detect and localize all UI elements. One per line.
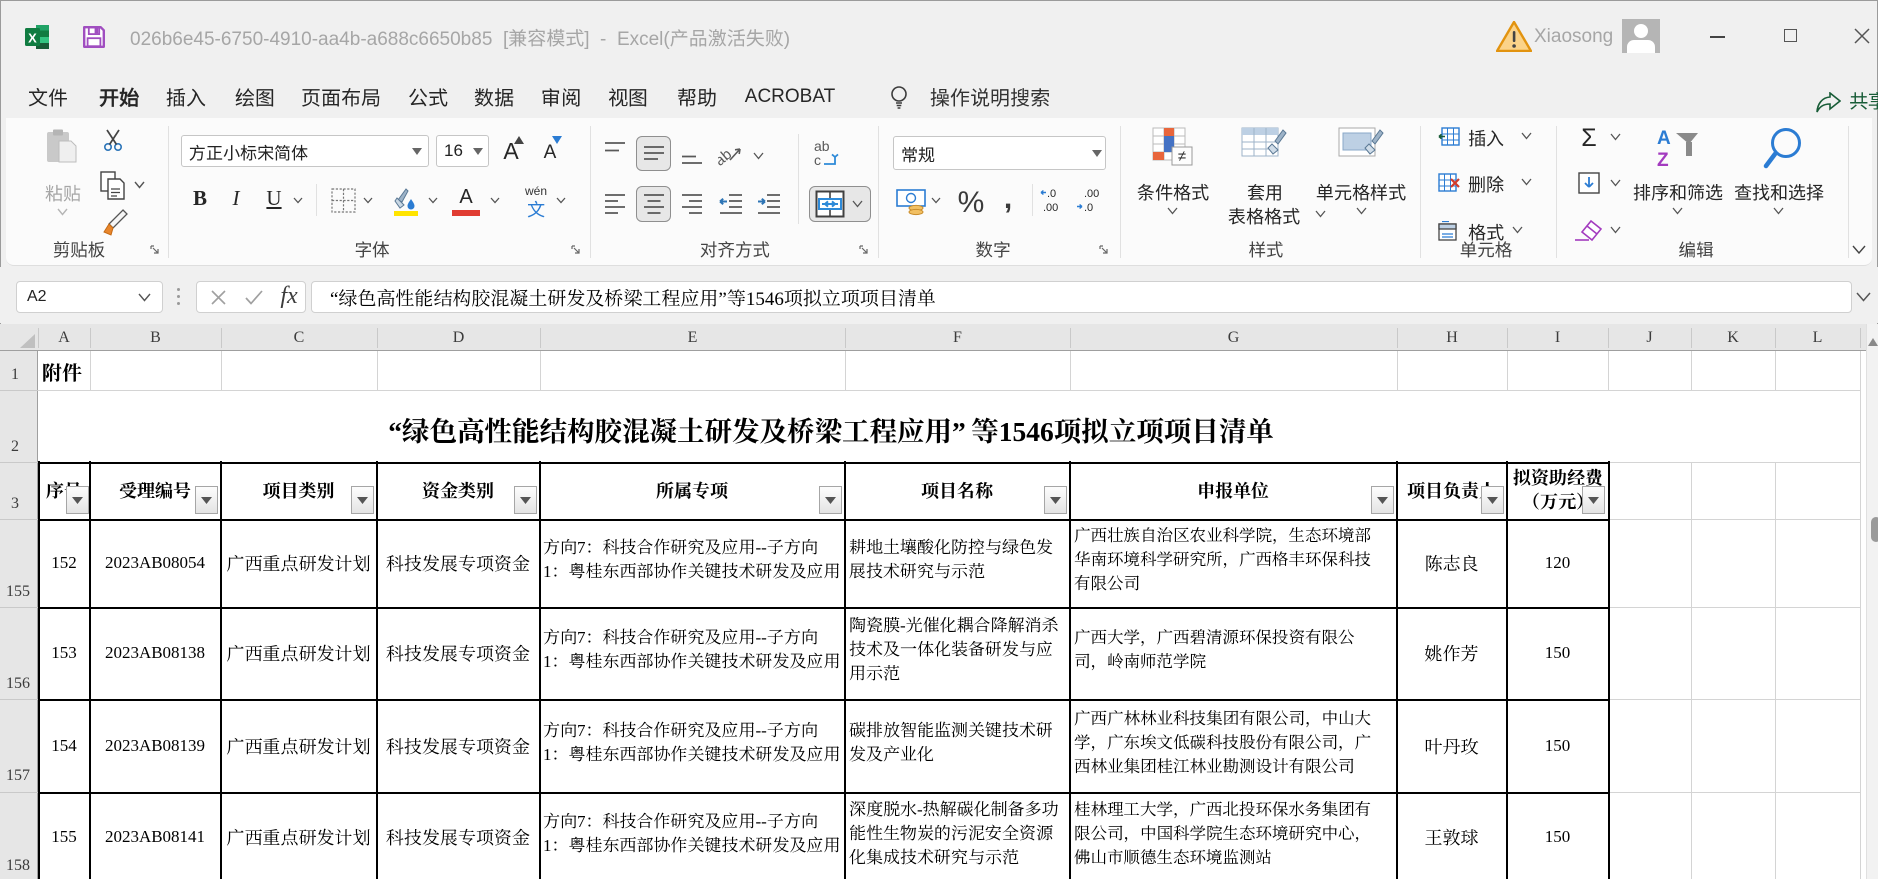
svg-text:c: c (814, 152, 821, 168)
svg-text:Z: Z (1657, 150, 1669, 171)
svg-text:.00: .00 (1043, 202, 1058, 214)
svg-text:A: A (1657, 128, 1671, 149)
svg-text:≠: ≠ (1178, 148, 1186, 165)
svg-text:.0: .0 (1084, 202, 1093, 214)
svg-text:X: X (28, 31, 37, 46)
svg-text:.00: .00 (1084, 188, 1099, 200)
svg-text:.0: .0 (1047, 188, 1056, 200)
